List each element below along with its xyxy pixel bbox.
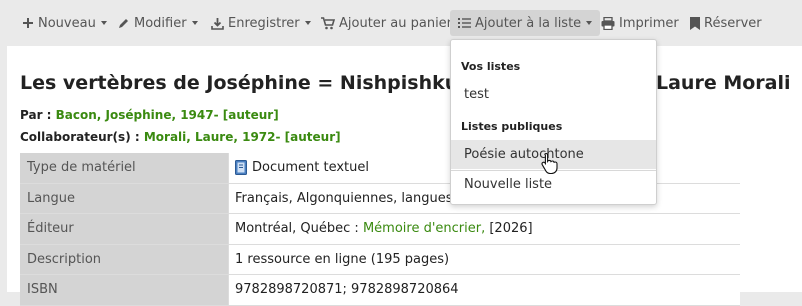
- add-to-cart-button[interactable]: Ajouter au panier: [317, 10, 456, 36]
- book-icon: [235, 160, 247, 176]
- author-label: Par :: [20, 108, 52, 122]
- collaborator-link[interactable]: Morali, Laure, 1972- [auteur]: [144, 130, 341, 144]
- add-to-list-button[interactable]: Ajouter à la liste: [450, 10, 601, 36]
- pencil-icon: [117, 17, 130, 30]
- table-row: Éditeur Montréal, Québec : Mémoire d'enc…: [20, 214, 740, 245]
- toolbar: Nouveau Modifier Enregistrer Ajouter au …: [0, 0, 802, 46]
- publisher-value: Montréal, Québec : Mémoire d'encrier, [2…: [228, 214, 740, 244]
- caret-down-icon: [191, 21, 198, 25]
- table-row: Description 1 ressource en ligne (195 pa…: [20, 244, 740, 275]
- author-line: Par : Bacon, Joséphine, 1947- [auteur]: [20, 108, 279, 122]
- list-item-test[interactable]: test: [451, 80, 656, 109]
- edit-button[interactable]: Modifier: [113, 10, 202, 36]
- publisher-link[interactable]: Mémoire d'encrier,: [363, 221, 485, 236]
- collaborator-line: Collaborateur(s) : Morali, Laure, 1972- …: [20, 130, 341, 144]
- print-icon: [601, 16, 615, 30]
- material-type-label: Type de matériel: [20, 153, 228, 183]
- add-to-list-dropdown: Vos listes test Listes publiques Poésie …: [450, 39, 657, 205]
- isbn-label: ISBN: [20, 275, 228, 305]
- table-row: ISBN 9782898720871; 9782898720864: [20, 275, 740, 306]
- collaborator-label: Collaborateur(s) :: [20, 130, 140, 144]
- record-title: Les vertèbres de Joséphine = Nishpishkun…: [20, 72, 486, 94]
- language-label: Langue: [20, 183, 228, 213]
- cart-icon: [321, 16, 335, 30]
- save-button[interactable]: Enregistrer: [207, 10, 315, 36]
- reserve-button[interactable]: Réserver: [686, 10, 766, 36]
- download-icon: [211, 17, 224, 30]
- description-value: 1 ressource en ligne (195 pages): [228, 244, 740, 274]
- public-lists-header: Listes publiques: [461, 120, 563, 133]
- plus-icon: [22, 17, 34, 29]
- bookmark-icon: [690, 16, 700, 30]
- my-lists-header: Vos listes: [461, 60, 521, 73]
- caret-down-icon: [304, 21, 311, 25]
- new-button[interactable]: Nouveau: [18, 10, 111, 36]
- description-label: Description: [20, 244, 228, 274]
- publisher-label: Éditeur: [20, 214, 228, 244]
- isbn-value: 9782898720871; 9782898720864: [228, 275, 740, 305]
- author-link[interactable]: Bacon, Joséphine, 1947- [auteur]: [56, 108, 279, 122]
- caret-down-icon: [586, 21, 593, 25]
- record-title-tail: Laure Morali: [656, 72, 791, 94]
- list-icon: [458, 17, 471, 29]
- hand-cursor-icon: [541, 152, 559, 178]
- caret-down-icon: [100, 21, 107, 25]
- print-button[interactable]: Imprimer: [597, 10, 683, 36]
